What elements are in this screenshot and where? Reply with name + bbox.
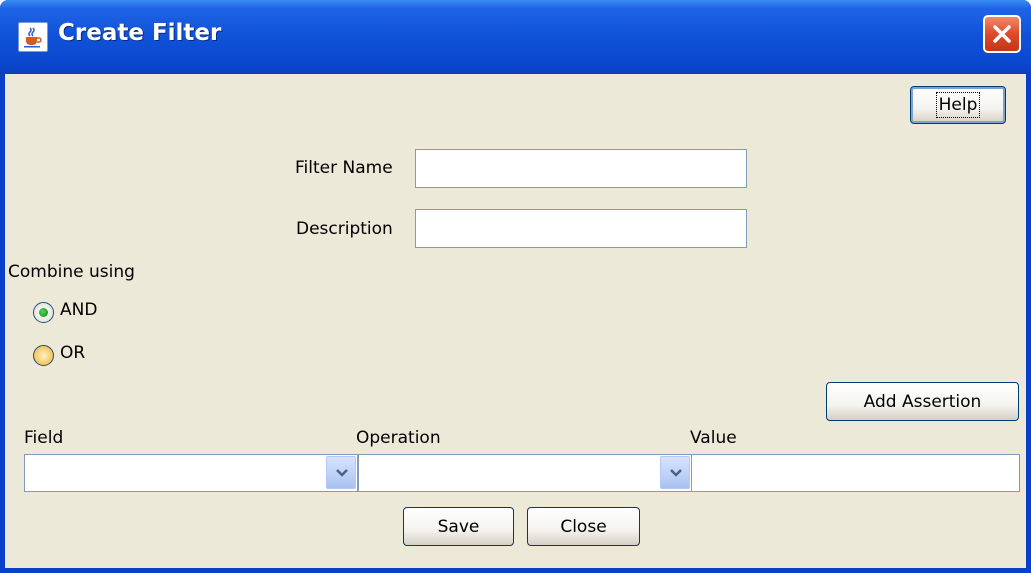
save-button-label: Save [437, 516, 480, 537]
dialog-content: Help Filter Name Description Combine usi… [5, 74, 1026, 568]
close-x-icon [993, 25, 1011, 43]
or-radio[interactable] [33, 345, 54, 366]
create-filter-dialog: Create Filter Help Filter Name Descripti… [0, 0, 1031, 573]
value-input[interactable] [691, 454, 1020, 492]
description-input[interactable] [415, 209, 747, 248]
chevron-down-icon [336, 469, 348, 477]
add-assertion-label: Add Assertion [863, 391, 982, 412]
filter-name-input[interactable] [415, 149, 747, 188]
window-title: Create Filter [58, 20, 222, 46]
field-column-header: Field [24, 428, 64, 448]
operation-dropdown-arrow[interactable] [660, 456, 690, 489]
operation-dropdown[interactable] [358, 454, 692, 492]
operation-column-header: Operation [356, 428, 441, 448]
title-bar[interactable]: Create Filter [0, 0, 1031, 74]
or-radio-label[interactable]: OR [60, 343, 85, 363]
field-dropdown-arrow[interactable] [326, 456, 356, 489]
combine-using-label: Combine using [8, 262, 135, 282]
field-dropdown[interactable] [24, 454, 358, 492]
help-button-label: Help [935, 92, 981, 118]
java-cup-icon [18, 22, 48, 52]
help-button[interactable]: Help [910, 86, 1006, 124]
close-button-label: Close [560, 516, 607, 537]
add-assertion-button[interactable]: Add Assertion [826, 382, 1019, 421]
close-button[interactable]: Close [527, 507, 640, 546]
value-column-header: Value [690, 428, 737, 448]
and-radio-label[interactable]: AND [60, 300, 97, 320]
filter-name-label: Filter Name [295, 158, 393, 178]
save-button[interactable]: Save [403, 507, 514, 546]
and-radio[interactable] [33, 302, 54, 323]
close-window-button[interactable] [983, 15, 1021, 53]
chevron-down-icon [670, 469, 682, 477]
description-label: Description [296, 219, 393, 239]
